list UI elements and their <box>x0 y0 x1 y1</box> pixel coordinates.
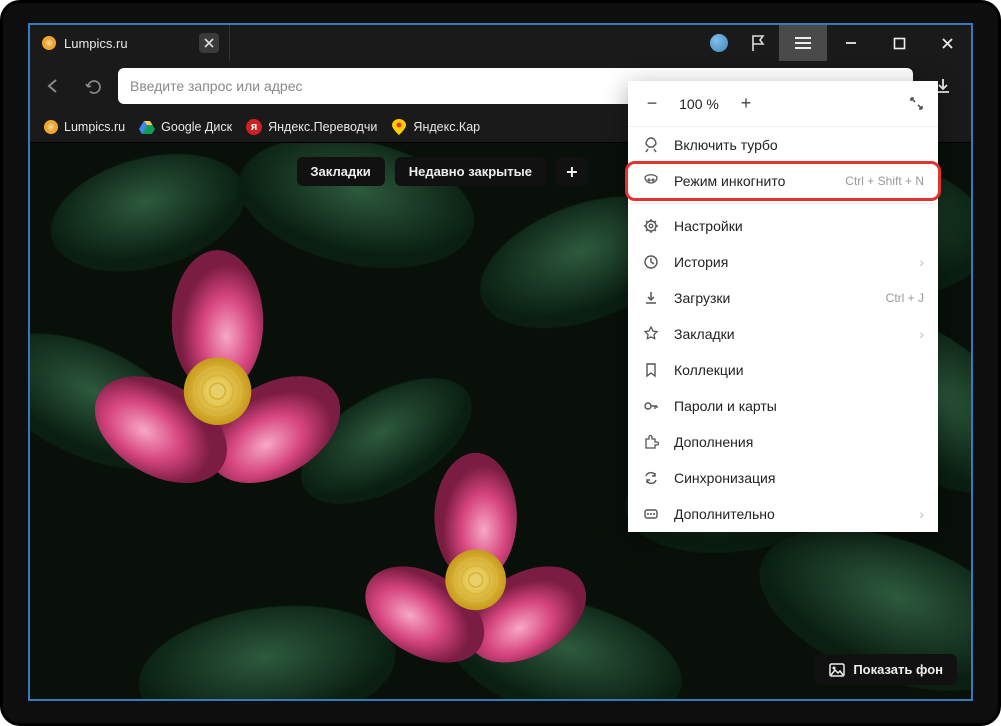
plus-icon <box>565 165 579 179</box>
omnibox-placeholder: Введите запрос или адрес <box>130 78 303 94</box>
yandex-maps-icon <box>391 119 407 135</box>
expand-icon <box>909 96 924 111</box>
menu-item-settings[interactable]: Настройки <box>628 208 938 244</box>
menu-item-downloads[interactable]: Загрузки Ctrl + J <box>628 280 938 316</box>
tab-chips: Закладки Недавно закрытые <box>296 157 588 186</box>
menu-item-turbo[interactable]: Включить турбо <box>628 127 938 163</box>
menu-item-label: Синхронизация <box>674 470 775 486</box>
weather-extension-button[interactable] <box>699 25 739 61</box>
menu-item-bookmarks[interactable]: Закладки › <box>628 316 938 352</box>
menu-item-label: Дополнения <box>674 434 753 450</box>
menu-item-label: Пароли и карты <box>674 398 777 414</box>
gear-icon <box>642 218 660 234</box>
menu-item-label: Включить турбо <box>674 137 778 153</box>
hamburger-icon <box>794 36 812 50</box>
favicon-icon <box>44 120 58 134</box>
arrow-left-icon <box>44 77 62 95</box>
menu-item-label: Закладки <box>674 326 735 342</box>
tab-title: Lumpics.ru <box>64 36 128 51</box>
reload-icon <box>85 78 102 95</box>
incognito-icon <box>642 173 660 189</box>
window-maximize-button[interactable] <box>875 25 923 61</box>
weather-icon <box>710 34 728 52</box>
sync-icon <box>642 470 660 486</box>
download-icon <box>642 290 660 306</box>
bookmark-item-gdrive[interactable]: Google Диск <box>139 119 232 135</box>
bookmark-label: Яндекс.Кар <box>413 120 480 134</box>
menu-item-more[interactable]: Дополнительно › <box>628 496 938 532</box>
maximize-icon <box>893 37 906 50</box>
yandex-translate-icon: я <box>246 119 262 135</box>
image-icon <box>829 663 845 677</box>
minimize-icon <box>844 36 858 50</box>
show-background-label: Показать фон <box>853 662 943 677</box>
puzzle-icon <box>642 434 660 450</box>
rocket-icon <box>642 137 660 153</box>
main-menu-dropdown: − 100 % + Включить турбо Режим инкогнито… <box>628 81 938 532</box>
chip-label: Закладки <box>310 164 370 179</box>
flag-icon <box>750 34 768 52</box>
bookmark-item-lumpics[interactable]: Lumpics.ru <box>44 120 125 134</box>
main-menu-button[interactable] <box>779 25 827 61</box>
window-controls <box>699 25 971 61</box>
window-minimize-button[interactable] <box>827 25 875 61</box>
chevron-right-icon: › <box>919 506 924 522</box>
bookmark-item-ymaps[interactable]: Яндекс.Кар <box>391 119 480 135</box>
gdrive-icon <box>139 119 155 135</box>
bookmark-label: Яндекс.Переводчи <box>268 120 377 134</box>
menu-item-sync[interactable]: Синхронизация <box>628 460 938 496</box>
favicon-icon <box>42 36 56 50</box>
menu-item-collections[interactable]: Коллекции <box>628 352 938 388</box>
bookmark-label: Lumpics.ru <box>64 120 125 134</box>
zoom-out-button[interactable]: − <box>642 93 662 114</box>
menu-separator <box>628 203 938 204</box>
collections-ext-button[interactable] <box>739 25 779 61</box>
bookmark-item-ytranslate[interactable]: я Яндекс.Переводчи <box>246 119 377 135</box>
menu-item-label: Настройки <box>674 218 743 234</box>
menu-item-passwords[interactable]: Пароли и карты <box>628 388 938 424</box>
nav-reload-button[interactable] <box>78 71 108 101</box>
close-icon <box>941 37 954 50</box>
chip-label: Недавно закрытые <box>409 164 532 179</box>
bookmark-label: Google Диск <box>161 120 232 134</box>
show-background-button[interactable]: Показать фон <box>815 654 957 685</box>
browser-window: Lumpics.ru <box>28 23 973 701</box>
chip-recently-closed[interactable]: Недавно закрытые <box>395 157 546 186</box>
zoom-in-button[interactable]: + <box>736 93 756 114</box>
bookmark-icon <box>642 362 660 378</box>
chip-add-button[interactable] <box>556 157 588 186</box>
zoom-row: − 100 % + <box>628 81 938 127</box>
clock-icon <box>642 254 660 270</box>
menu-item-incognito[interactable]: Режим инкогнито Ctrl + Shift + N <box>628 163 938 199</box>
more-icon <box>642 506 660 522</box>
menu-item-label: Дополнительно <box>674 506 775 522</box>
fullscreen-button[interactable] <box>909 96 924 111</box>
menu-item-label: Загрузки <box>674 290 730 306</box>
key-icon <box>642 398 660 414</box>
chevron-right-icon: › <box>919 254 924 270</box>
close-icon <box>204 38 214 48</box>
menu-item-label: История <box>674 254 728 270</box>
tab-strip: Lumpics.ru <box>30 25 971 61</box>
chevron-right-icon: › <box>919 326 924 342</box>
window-close-button[interactable] <box>923 25 971 61</box>
menu-item-shortcut: Ctrl + Shift + N <box>845 174 924 188</box>
zoom-value: 100 % <box>674 96 724 112</box>
chip-bookmarks[interactable]: Закладки <box>296 157 384 186</box>
star-icon <box>642 326 660 342</box>
tab-close-button[interactable] <box>199 33 219 53</box>
nav-back-button[interactable] <box>38 71 68 101</box>
menu-item-addons[interactable]: Дополнения <box>628 424 938 460</box>
menu-item-label: Режим инкогнито <box>674 173 785 189</box>
browser-tab[interactable]: Lumpics.ru <box>30 25 230 61</box>
menu-item-history[interactable]: История › <box>628 244 938 280</box>
menu-item-label: Коллекции <box>674 362 744 378</box>
menu-item-shortcut: Ctrl + J <box>886 291 924 305</box>
